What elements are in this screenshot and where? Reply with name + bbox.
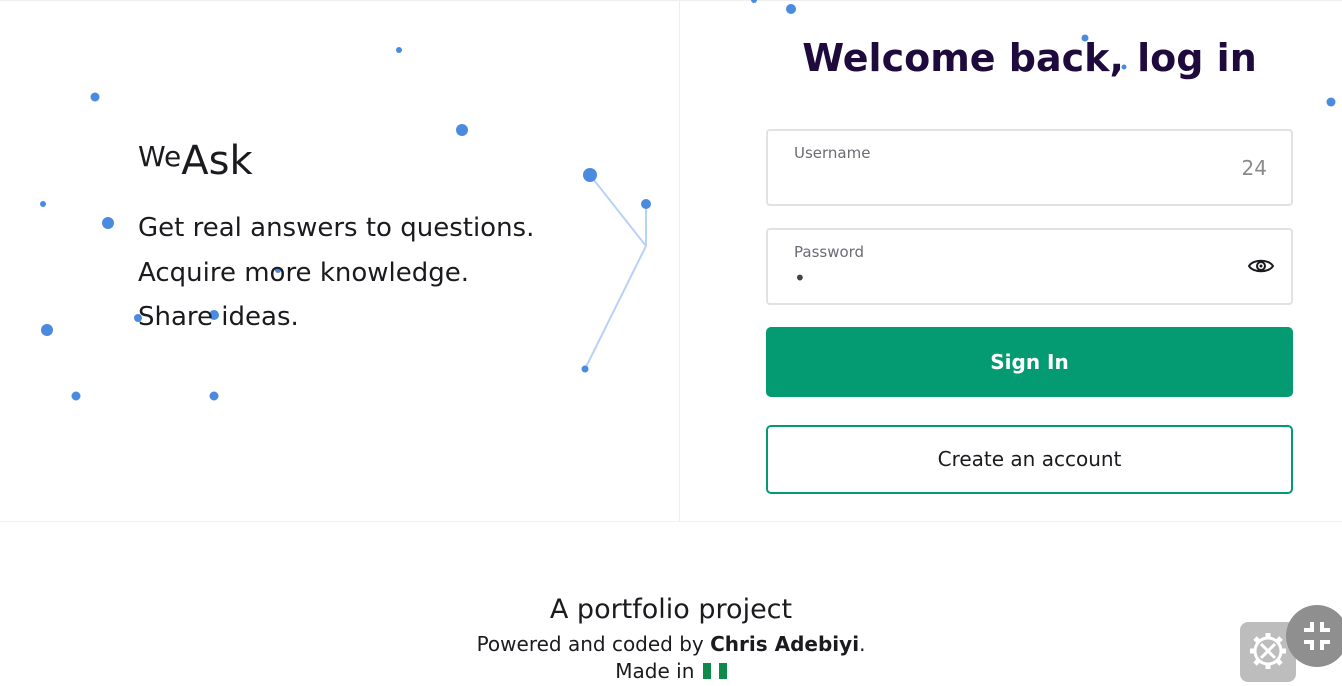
footer-credits-suffix: .	[859, 632, 866, 656]
footer-title: A portfolio project	[549, 594, 793, 625]
footer-origin: Made in	[0, 659, 1342, 683]
page-title: Welcome back, log in	[802, 36, 1257, 80]
tagline-list: Get real answers to questions. Acquire m…	[138, 206, 534, 340]
footer-credits: Powered and coded by Chris Adebiyi.	[0, 630, 1342, 659]
brand-prefix: We	[138, 140, 182, 173]
username-char-counter: 24	[1241, 156, 1267, 180]
collapse-button[interactable]	[1286, 605, 1342, 667]
footer: A portfolio project Powered and coded by…	[0, 590, 1342, 683]
tagline-item: Get real answers to questions.	[138, 213, 535, 243]
username-field[interactable]: Username 24	[766, 129, 1293, 206]
tagline-item: Share ideas.	[138, 302, 299, 332]
tagline-item: Acquire more knowledge.	[138, 257, 470, 288]
compress-icon	[1304, 622, 1330, 650]
author-name: Chris Adebiyi	[710, 632, 860, 656]
footer-credits-prefix: Powered and coded by	[476, 632, 711, 656]
sign-in-button[interactable]: Sign In	[766, 327, 1293, 397]
footer-origin-text: Made in	[615, 659, 695, 683]
eye-icon[interactable]	[1247, 256, 1275, 276]
username-label: Username	[794, 144, 871, 162]
section-divider	[0, 521, 1342, 522]
brand-name: Ask	[181, 138, 253, 184]
create-account-button[interactable]: Create an account	[766, 425, 1293, 494]
brand-logo: WeAsk	[138, 138, 253, 184]
password-field[interactable]: Password •	[766, 228, 1293, 305]
password-label: Password	[794, 243, 865, 261]
password-value[interactable]: •	[794, 266, 806, 290]
